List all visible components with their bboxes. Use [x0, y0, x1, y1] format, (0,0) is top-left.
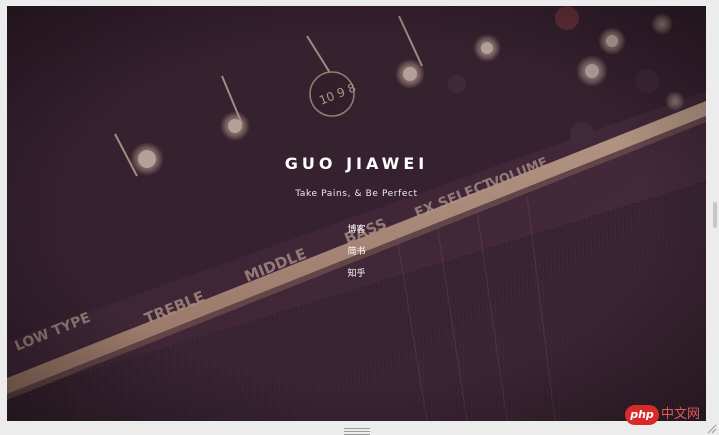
site-tagline: Take Pains, & Be Perfect	[295, 189, 418, 199]
nav-link-jianshu[interactable]: 简书	[347, 247, 365, 257]
vertical-scrollbar-thumb[interactable]	[713, 202, 717, 228]
nav-item-blog: 博客	[7, 216, 706, 238]
watermark-text: 中文网	[661, 407, 701, 422]
nav-link-blog[interactable]: 博客	[347, 225, 365, 235]
nav-links: 博客 简书 知乎	[7, 216, 706, 282]
hero-content: GUO JIAWEI Take Pains, & Be Perfect 博客 简…	[7, 6, 706, 421]
site-title: GUO JIAWEI	[284, 154, 429, 173]
resize-corner-icon[interactable]	[707, 424, 717, 434]
bottom-drag-grip[interactable]	[344, 428, 370, 435]
nav-item-jianshu: 简书	[7, 238, 706, 260]
nav-link-zhihu[interactable]: 知乎	[347, 269, 365, 279]
watermark-badge: php	[625, 405, 659, 425]
nav-item-zhihu: 知乎	[7, 260, 706, 282]
hero-section: 10 9 8 LOW TYPE TREBLE	[7, 6, 706, 421]
php-cn-watermark: php 中文网	[625, 404, 713, 426]
browser-viewport: 10 9 8 LOW TYPE TREBLE	[0, 0, 719, 435]
